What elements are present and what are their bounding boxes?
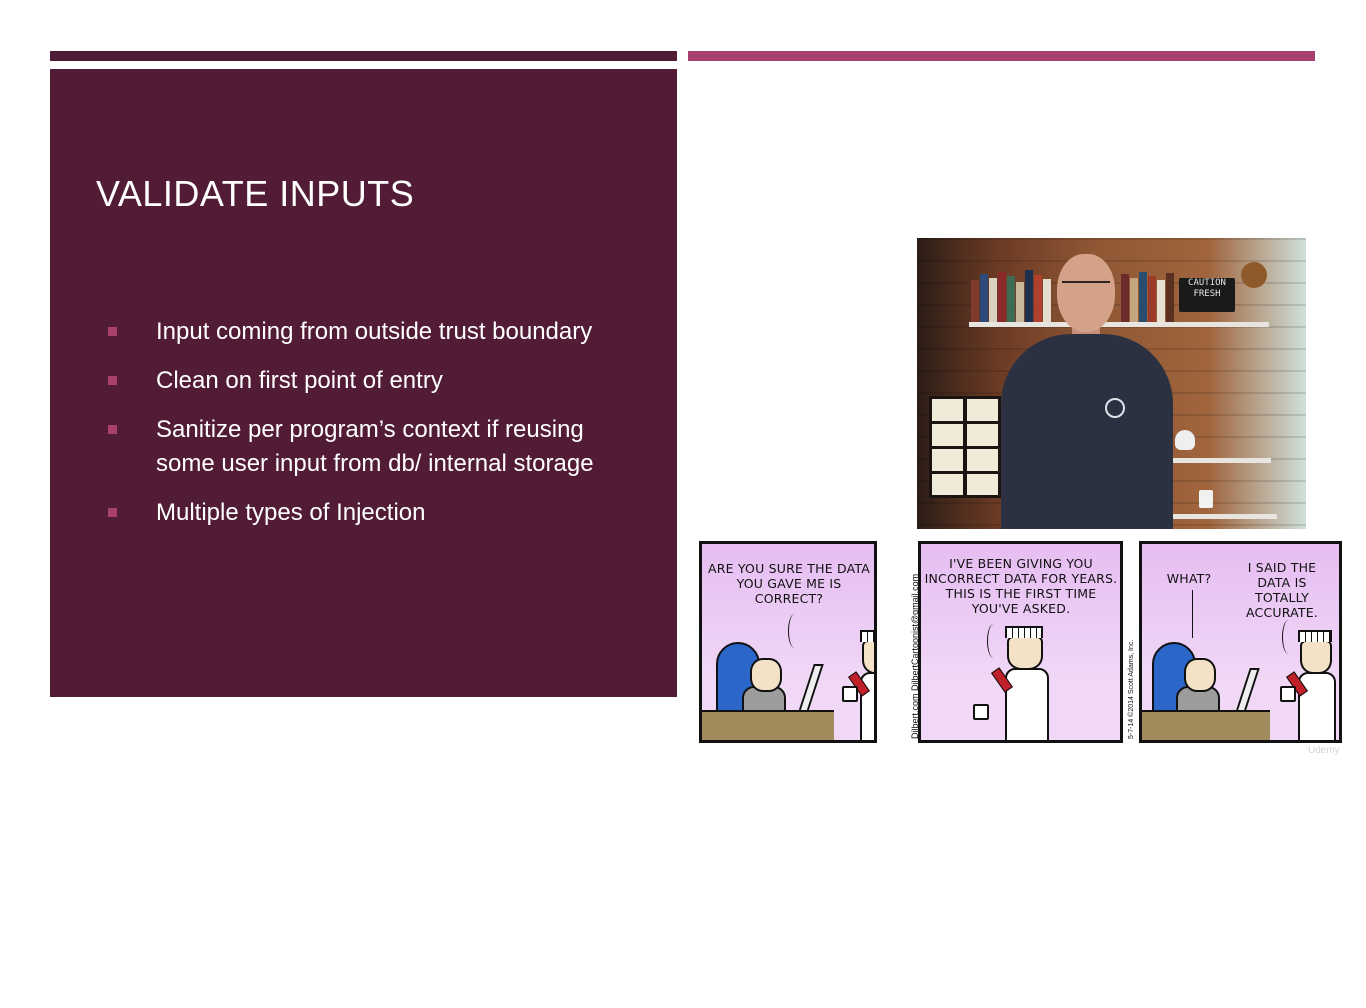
desk-mug — [1199, 490, 1213, 508]
dilbert-head — [1007, 636, 1043, 670]
dilbert-head — [862, 640, 874, 674]
content-panel: VALIDATE INPUTS Input coming from outsid… — [50, 69, 677, 697]
slide-title: VALIDATE INPUTS — [96, 173, 415, 214]
computer-monitor — [1234, 668, 1260, 716]
comic-credit-2: 5-7-14 ©2014 Scott Adams, Inc. — [1128, 639, 1135, 739]
stormtrooper-figure — [1175, 430, 1195, 450]
dilbert-body — [1298, 672, 1336, 740]
lower-shelf — [1167, 514, 1277, 519]
coffee-cup — [1280, 686, 1296, 702]
bullet-text: Clean on first point of entry — [156, 367, 443, 394]
top-accent-bar-left — [50, 51, 677, 61]
slide: VALIDATE INPUTS Input coming from outsid… — [0, 0, 1366, 768]
desk — [1142, 710, 1270, 740]
paper-lantern — [929, 396, 1001, 498]
square-bullet-icon — [108, 508, 117, 517]
speech-tail — [788, 614, 801, 648]
coffee-cup — [973, 704, 989, 720]
comic-panel-1: ARE YOU SURE THE DATA YOU GAVE ME IS COR… — [699, 541, 877, 743]
udemy-watermark: Udemy — [1308, 745, 1340, 756]
speech-tail — [1192, 590, 1193, 638]
globe — [1241, 262, 1267, 288]
bullet-list: Input coming from outside trust boundary… — [106, 315, 646, 545]
speech-text-3b: I SAID THE DATA IS TOTALLY ACCURATE. — [1245, 560, 1318, 620]
dilbert-hair — [1005, 626, 1043, 638]
caution-sign: CAUTION FRESH — [1179, 278, 1235, 312]
dilbert-hair — [860, 630, 874, 642]
dilbert-hair — [1298, 630, 1332, 642]
square-bullet-icon — [108, 425, 117, 434]
desk — [702, 710, 834, 740]
upper-shelf — [969, 322, 1269, 327]
middle-shelf — [1171, 458, 1271, 463]
speech-text-3a: WHAT? — [1166, 571, 1212, 586]
dilbert-body — [1005, 668, 1049, 740]
bullet-text: Input coming from outside trust boundary — [156, 318, 593, 345]
bullet-text: Multiple types of Injection — [156, 499, 426, 526]
square-bullet-icon — [108, 327, 117, 336]
instructor-video[interactable]: CAUTION FRESH — [917, 238, 1306, 529]
top-accent-bar-right — [688, 51, 1315, 61]
speech-text-2: I'VE BEEN GIVING YOU INCORRECT DATA FOR … — [924, 556, 1118, 616]
speech-text-1: ARE YOU SURE THE DATA YOU GAVE ME IS COR… — [708, 561, 870, 606]
instructor-body — [1001, 334, 1173, 529]
speech-tail — [987, 624, 1000, 658]
bullet-text: Sanitize per program’s context if reusin… — [156, 416, 594, 477]
comic-panel-3: WHAT? I SAID THE DATA IS TOTALLY ACCURAT… — [1139, 541, 1342, 743]
coffee-cup — [842, 686, 858, 702]
speech-tail — [1282, 620, 1295, 654]
boss-head — [1184, 658, 1216, 692]
square-bullet-icon — [108, 376, 117, 385]
bullet-item: Clean on first point of entry — [106, 364, 646, 398]
jacket-logo-icon — [1105, 398, 1125, 418]
dilbert-comic-strip: ARE YOU SURE THE DATA YOU GAVE ME IS COR… — [699, 541, 1344, 743]
instructor-head — [1057, 254, 1115, 332]
bullet-item: Multiple types of Injection — [106, 496, 646, 530]
computer-monitor — [798, 664, 824, 712]
bullet-item: Sanitize per program’s context if reusin… — [106, 413, 646, 481]
comic-panel-2: I'VE BEEN GIVING YOU INCORRECT DATA FOR … — [918, 541, 1123, 743]
instructor-glasses — [1062, 281, 1110, 293]
boss-head — [750, 658, 782, 692]
bullet-item: Input coming from outside trust boundary — [106, 315, 646, 349]
dilbert-head — [1300, 640, 1332, 674]
